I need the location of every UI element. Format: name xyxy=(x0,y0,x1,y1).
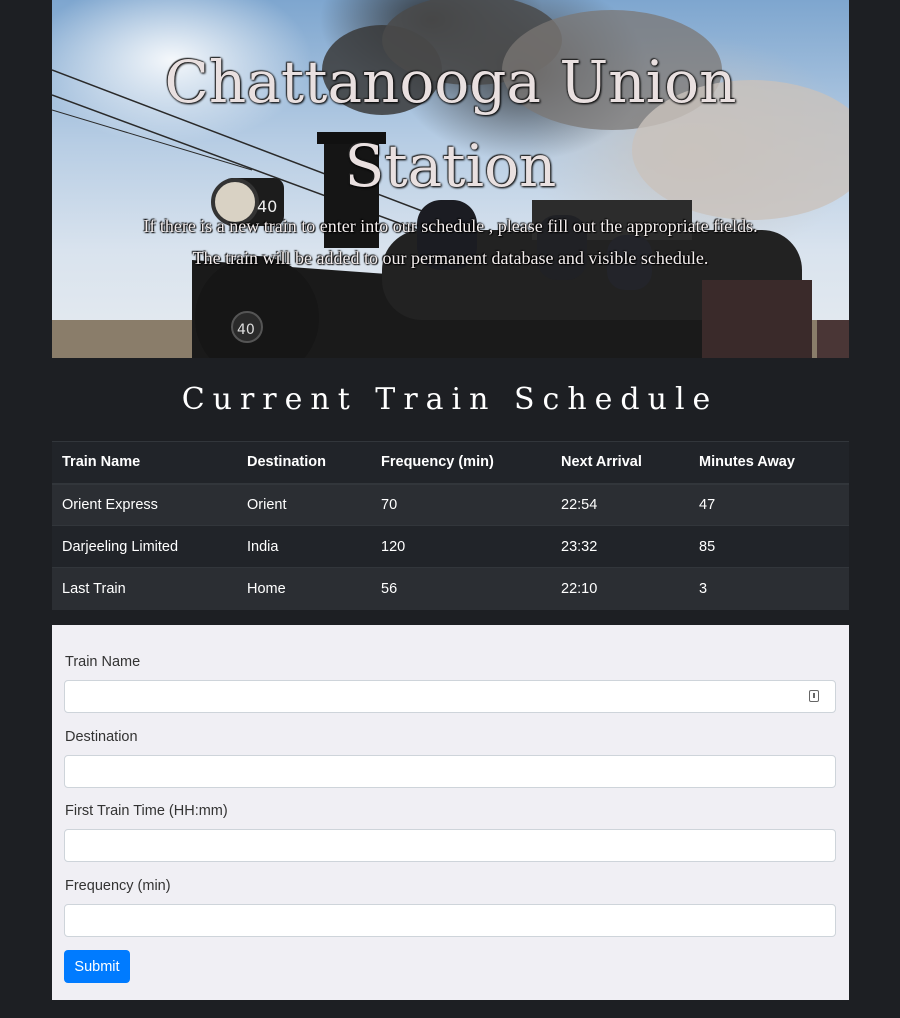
column-header-next-arrival: Next Arrival xyxy=(551,441,689,485)
cell-train-name: Darjeeling Limited xyxy=(52,525,237,568)
cell-destination: Orient xyxy=(237,483,371,526)
cell-frequency: 70 xyxy=(371,483,551,526)
first-train-time-label: First Train Time (HH:mm) xyxy=(65,803,228,819)
column-header-frequency: Frequency (min) xyxy=(371,441,551,485)
train-name-label: Train Name xyxy=(65,654,141,670)
cell-next-arrival: 22:54 xyxy=(551,483,689,526)
schedule-table-container: Train Name Destination Frequency (min) N… xyxy=(52,441,849,610)
cell-next-arrival: 22:10 xyxy=(551,567,689,610)
frequency-input[interactable] xyxy=(64,904,836,937)
hero-subtitle: If there is a new train to enter into ou… xyxy=(52,210,849,274)
cell-frequency: 120 xyxy=(371,525,551,568)
cell-minutes-away: 47 xyxy=(689,483,849,526)
column-header-destination: Destination xyxy=(237,441,371,485)
cell-minutes-away: 85 xyxy=(689,525,849,568)
cell-train-name: Last Train xyxy=(52,567,237,610)
schedule-table: Train Name Destination Frequency (min) N… xyxy=(52,441,849,610)
hero-banner: 40 40 Chattanooga Union Station If there… xyxy=(52,0,849,358)
cell-destination: Home xyxy=(237,567,371,610)
table-header-row: Train Name Destination Frequency (min) N… xyxy=(52,441,849,485)
hero-subtitle-line-1: If there is a new train to enter into ou… xyxy=(143,216,758,236)
cell-minutes-away: 3 xyxy=(689,567,849,610)
train-name-input[interactable] xyxy=(64,680,836,713)
submit-button[interactable]: Submit xyxy=(64,950,130,983)
schedule-heading: Current Train Schedule xyxy=(181,382,719,417)
cell-destination: India xyxy=(237,525,371,568)
table-row: Orient Express Orient 70 22:54 47 xyxy=(52,483,849,526)
table-row: Last Train Home 56 22:10 3 xyxy=(52,567,849,610)
locomotive-number-plate: 40 xyxy=(237,322,255,338)
column-header-minutes-away: Minutes Away xyxy=(689,441,849,485)
hero-subtitle-line-2: The train will be added to our permanent… xyxy=(192,248,709,268)
first-train-time-input[interactable] xyxy=(64,829,836,862)
frequency-label: Frequency (min) xyxy=(65,878,171,894)
cell-train-name: Orient Express xyxy=(52,483,237,526)
page-title: Chattanooga Union Station xyxy=(164,48,737,200)
add-train-form: Train Name Destination First Train Time … xyxy=(52,625,849,1000)
table-row: Darjeeling Limited India 120 23:32 85 xyxy=(52,525,849,568)
column-header-train-name: Train Name xyxy=(52,441,237,485)
destination-input[interactable] xyxy=(64,755,836,788)
destination-label: Destination xyxy=(65,729,138,745)
cell-next-arrival: 23:32 xyxy=(551,525,689,568)
cell-frequency: 56 xyxy=(371,567,551,610)
autofill-icon[interactable] xyxy=(809,690,819,702)
